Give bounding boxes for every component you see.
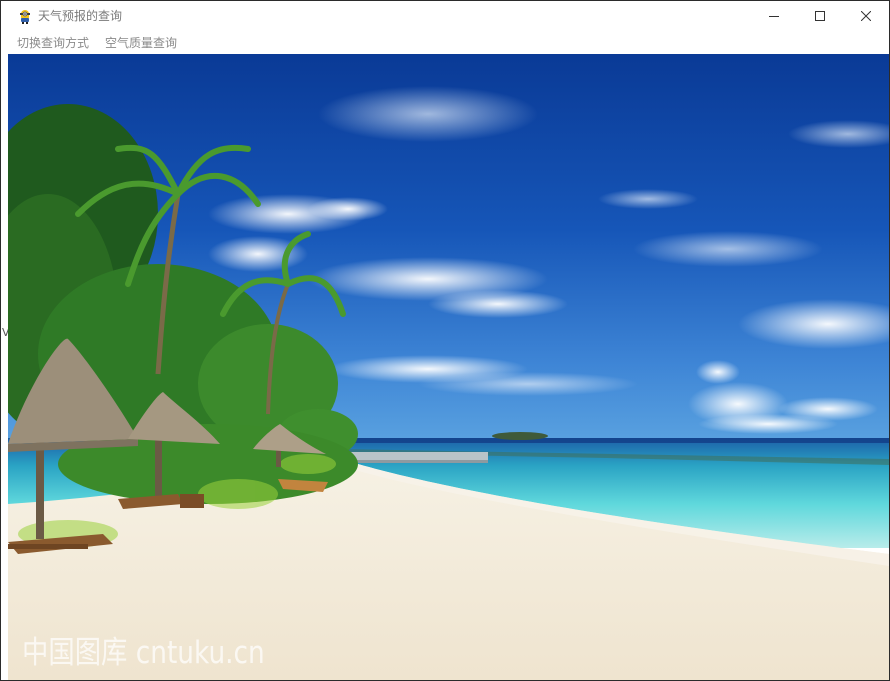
minion-app-icon	[20, 10, 30, 24]
title-bar[interactable]: 天气预报的查询	[1, 1, 889, 31]
menu-bar: 切换查询方式 空气质量查询	[1, 31, 889, 54]
close-button[interactable]	[843, 1, 889, 31]
close-icon	[861, 11, 871, 21]
menu-switch-query-mode[interactable]: 切换查询方式	[14, 35, 92, 51]
image-watermark: 中国图库 cntuku.cn	[22, 635, 265, 671]
window-title: 天气预报的查询	[38, 9, 123, 23]
minimize-button[interactable]	[751, 1, 797, 31]
menu-air-quality-query[interactable]: 空气质量查询	[102, 35, 180, 51]
beach-background-image	[8, 54, 889, 680]
left-edge-strip: V	[1, 54, 10, 680]
app-window: 天气预报的查询 切换查询方式 空气质量查询 V 中国图库 cntuku.cn	[0, 0, 890, 681]
minimize-icon	[769, 16, 779, 17]
maximize-icon	[815, 11, 825, 21]
maximize-button[interactable]	[797, 1, 843, 31]
